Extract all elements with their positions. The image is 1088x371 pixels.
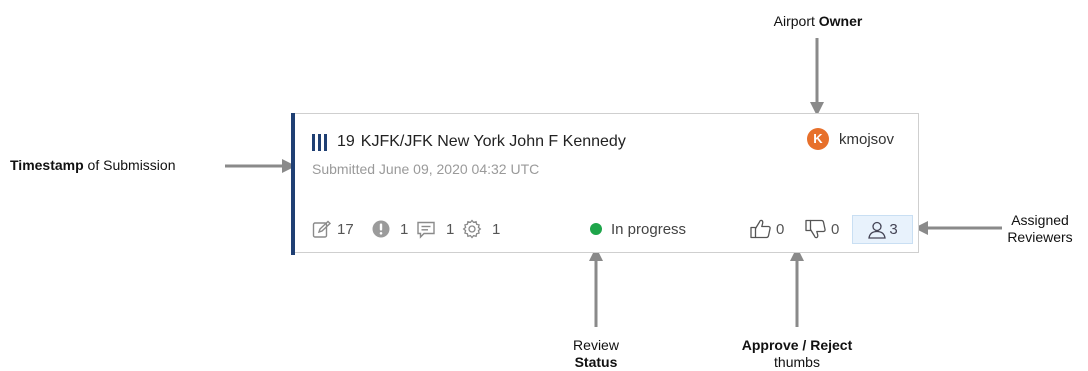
user-icon bbox=[868, 221, 887, 239]
bars-icon bbox=[312, 134, 327, 151]
callout-approve: Approve / Reject thumbs bbox=[741, 337, 853, 370]
callout-status: Review Status bbox=[573, 337, 619, 370]
approve-button[interactable]: 0 bbox=[750, 218, 784, 240]
review-status: In progress bbox=[590, 218, 686, 240]
card-title[interactable]: 19 KJFK/JFK New York John F Kennedy bbox=[337, 133, 626, 151]
thumbs-down-icon bbox=[805, 219, 826, 239]
assigned-reviewers-button[interactable]: 3 bbox=[852, 215, 913, 244]
edits-stat[interactable]: 17 bbox=[312, 218, 354, 240]
thumbs-up-icon bbox=[750, 219, 771, 239]
avatar: K bbox=[807, 128, 829, 150]
airport-name: KJFK/JFK New York John F Kennedy bbox=[360, 133, 626, 150]
callout-owner: Airport Owner bbox=[773, 13, 863, 29]
gear-icon bbox=[462, 219, 482, 239]
issues-stat[interactable]: 1 bbox=[372, 218, 408, 240]
callout-timestamp: Timestamp of Submission bbox=[10, 157, 176, 173]
reject-button[interactable]: 0 bbox=[805, 218, 839, 240]
submission-card[interactable]: 19 KJFK/JFK New York John F Kennedy Submi… bbox=[291, 113, 919, 255]
settings-stat[interactable]: 1 bbox=[462, 218, 500, 240]
edit-icon bbox=[312, 220, 331, 238]
owner-username: kmojsov bbox=[839, 131, 895, 148]
submitted-timestamp: Submitted June 09, 2020 04:32 UTC bbox=[312, 161, 540, 177]
comments-stat[interactable]: 1 bbox=[416, 218, 454, 240]
card-id: 19 bbox=[337, 133, 355, 150]
comment-icon bbox=[417, 221, 435, 239]
callout-reviewers: Assigned Reviewers bbox=[1007, 212, 1073, 245]
status-label: In progress bbox=[611, 220, 687, 238]
alert-icon bbox=[372, 220, 390, 238]
card-accent-bar bbox=[291, 113, 295, 255]
status-dot bbox=[590, 223, 602, 235]
